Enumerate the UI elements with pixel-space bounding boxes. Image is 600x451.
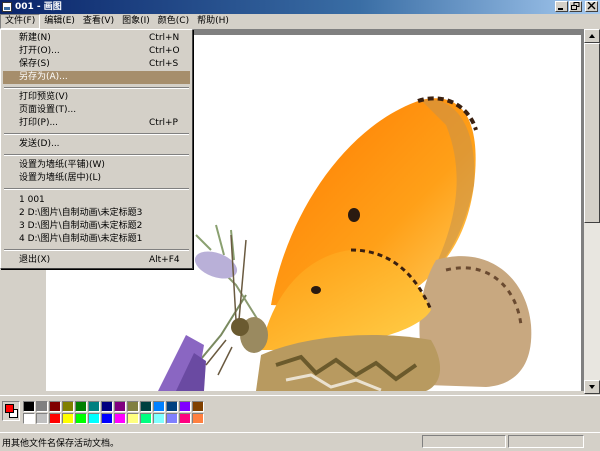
- menu-colors[interactable]: 颜色(C): [154, 14, 193, 29]
- minimize-icon: [558, 8, 563, 10]
- color-swatch[interactable]: [75, 413, 87, 424]
- vertical-scrollbar[interactable]: [584, 29, 600, 394]
- menu-item-shortcut: Alt+F4: [149, 255, 180, 265]
- menu-item-page-setup[interactable]: 页面设置(T)...: [3, 104, 190, 117]
- color-swatch[interactable]: [62, 413, 74, 424]
- menu-separator: [4, 133, 189, 135]
- menu-item-shortcut: Ctrl+P: [149, 118, 178, 128]
- color-swatch[interactable]: [166, 413, 178, 424]
- color-swatch[interactable]: [23, 413, 35, 424]
- menu-separator: [4, 249, 189, 251]
- menu-item-shortcut: Ctrl+S: [149, 59, 179, 69]
- menu-item-wallpaper-tile[interactable]: 设置为墙纸(平铺)(W): [3, 159, 190, 172]
- menu-item-label: 新建(N): [19, 33, 51, 43]
- menu-separator: [4, 188, 189, 190]
- menu-item-label: 设置为墙纸(平铺)(W): [19, 160, 105, 170]
- menu-view[interactable]: 查看(V): [79, 14, 118, 29]
- menu-item-recent-2[interactable]: 2 D:\图片\自制动画\未定标题3: [3, 207, 190, 220]
- scroll-thumb[interactable]: [584, 43, 600, 223]
- color-swatch[interactable]: [49, 401, 61, 412]
- menu-item-save-as[interactable]: 另存为(A)...: [3, 71, 190, 84]
- menu-item-label: 3 D:\图片\自制动画\未定标题2: [19, 221, 143, 231]
- status-text: 用其他文件名保存活动文档。: [2, 439, 120, 449]
- menu-item-recent-1[interactable]: 1 001: [3, 194, 190, 207]
- scroll-down-button[interactable]: [584, 380, 600, 394]
- color-swatch[interactable]: [192, 413, 204, 424]
- close-button[interactable]: [585, 1, 598, 12]
- color-swatch[interactable]: [36, 401, 48, 412]
- menu-separator: [4, 87, 189, 89]
- menu-item-save[interactable]: 保存(S) Ctrl+S: [3, 58, 190, 71]
- menu-item-recent-4[interactable]: 4 D:\图片\自制动画\未定标题1: [3, 233, 190, 246]
- color-swatch[interactable]: [49, 413, 61, 424]
- menu-item-shortcut: Ctrl+O: [149, 46, 180, 56]
- paint-window: 001 - 画图 文件(F) 编辑(E) 查看(V) 图象(I) 颜色(C) 帮…: [0, 0, 600, 451]
- color-swatch[interactable]: [192, 401, 204, 412]
- paint-app-icon[interactable]: [2, 2, 12, 12]
- file-menu-dropdown: 新建(N) Ctrl+N 打开(O)... Ctrl+O 保存(S) Ctrl+S 另…: [0, 29, 193, 269]
- color-swatch[interactable]: [88, 413, 100, 424]
- menu-item-wallpaper-center[interactable]: 设置为墙纸(居中)(L): [3, 172, 190, 185]
- menu-item-recent-3[interactable]: 3 D:\图片\自制动画\未定标题2: [3, 220, 190, 233]
- menu-separator: [4, 154, 189, 156]
- color-swatch[interactable]: [23, 401, 35, 412]
- color-swatch[interactable]: [101, 401, 113, 412]
- menu-item-label: 保存(S): [19, 59, 50, 69]
- color-palette: [23, 401, 204, 424]
- menu-item-print[interactable]: 打印(P)... Ctrl+P: [3, 117, 190, 130]
- minimize-button[interactable]: [555, 1, 568, 12]
- status-bar: 用其他文件名保存活动文档。: [0, 432, 600, 451]
- foreground-color: [5, 404, 14, 413]
- menu-item-shortcut: Ctrl+N: [149, 33, 180, 43]
- menu-item-new[interactable]: 新建(N) Ctrl+N: [3, 32, 190, 45]
- menu-image[interactable]: 图象(I): [118, 14, 154, 29]
- title-bar[interactable]: 001 - 画图: [0, 0, 600, 14]
- menu-item-label: 1 001: [19, 195, 45, 205]
- menu-bar: 文件(F) 编辑(E) 查看(V) 图象(I) 颜色(C) 帮助(H): [0, 14, 600, 29]
- menu-item-label: 打印(P)...: [19, 118, 59, 128]
- color-swatch[interactable]: [114, 413, 126, 424]
- menu-item-label: 另存为(A)...: [19, 72, 68, 82]
- color-swatch[interactable]: [140, 413, 152, 424]
- arrow-down-icon: [589, 385, 595, 389]
- menu-item-exit[interactable]: 退出(X) Alt+F4: [3, 254, 190, 267]
- color-swatch[interactable]: [101, 413, 113, 424]
- menu-help[interactable]: 帮助(H): [193, 14, 233, 29]
- menu-item-label: 打印预览(V): [19, 92, 69, 102]
- scroll-up-button[interactable]: [584, 29, 600, 43]
- window-title: 001 - 画图: [15, 2, 62, 12]
- restore-button[interactable]: [569, 1, 582, 12]
- menu-item-label: 打开(O)...: [19, 46, 60, 56]
- menu-item-label: 4 D:\图片\自制动画\未定标题1: [19, 234, 143, 244]
- menu-edit[interactable]: 编辑(E): [40, 14, 79, 29]
- arrow-up-icon: [589, 34, 595, 38]
- restore-icon: [571, 2, 580, 10]
- color-swatch[interactable]: [179, 401, 191, 412]
- status-cell-position: [422, 435, 506, 448]
- menu-item-send[interactable]: 发送(D)...: [3, 138, 190, 151]
- close-icon: [587, 2, 596, 10]
- menu-file[interactable]: 文件(F): [0, 14, 41, 29]
- color-swatch[interactable]: [36, 413, 48, 424]
- menu-item-label: 退出(X): [19, 255, 51, 265]
- color-swatch[interactable]: [88, 401, 100, 412]
- menu-item-print-preview[interactable]: 打印预览(V): [3, 91, 190, 104]
- color-swatch[interactable]: [114, 401, 126, 412]
- color-swatch[interactable]: [166, 401, 178, 412]
- menu-item-label: 发送(D)...: [19, 139, 60, 149]
- menu-item-label: 2 D:\图片\自制动画\未定标题3: [19, 208, 143, 218]
- color-swatch[interactable]: [127, 401, 139, 412]
- color-swatch[interactable]: [127, 413, 139, 424]
- color-swatch[interactable]: [153, 401, 165, 412]
- menu-item-label: 页面设置(T)...: [19, 105, 77, 115]
- color-swatch[interactable]: [140, 401, 152, 412]
- color-swatch[interactable]: [75, 401, 87, 412]
- current-colors[interactable]: [2, 401, 20, 421]
- menu-item-label: 设置为墙纸(居中)(L): [19, 173, 102, 183]
- color-swatch[interactable]: [179, 413, 191, 424]
- status-cell-size: [508, 435, 584, 448]
- menu-item-open[interactable]: 打开(O)... Ctrl+O: [3, 45, 190, 58]
- color-swatch[interactable]: [62, 401, 74, 412]
- color-swatch[interactable]: [153, 413, 165, 424]
